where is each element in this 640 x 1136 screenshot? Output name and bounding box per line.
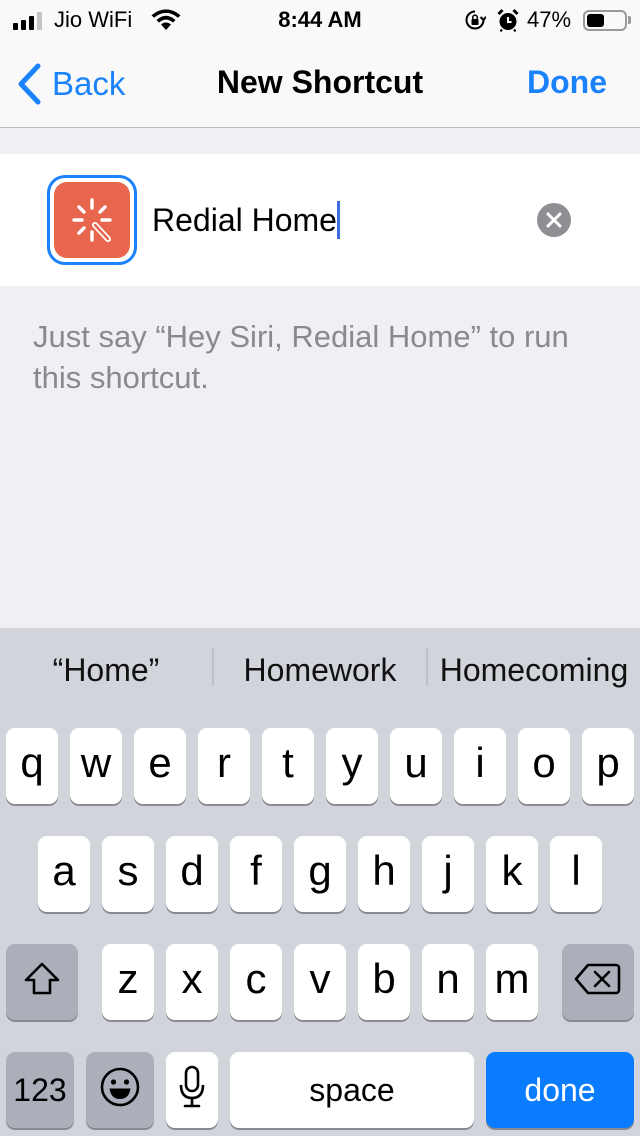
- key-j[interactable]: j: [422, 836, 474, 912]
- magic-wand-icon: [72, 198, 112, 242]
- battery-level-fill: [587, 14, 604, 27]
- rotation-lock-icon: [464, 9, 487, 31]
- key-i[interactable]: i: [454, 728, 506, 804]
- battery-percentage: 47%: [527, 7, 572, 32]
- key-n[interactable]: n: [422, 944, 474, 1020]
- key-m[interactable]: m: [486, 944, 538, 1020]
- keyboard: “Home” Homework Homecoming qwertyuiop as…: [0, 628, 640, 1136]
- microphone-icon: [179, 1065, 205, 1108]
- siri-hint-text: Just say “Hey Siri, Redial Home” to run …: [33, 319, 569, 395]
- key-c[interactable]: c: [230, 944, 282, 1020]
- chevron-left-icon: [18, 63, 41, 105]
- predictive-bar: “Home” Homework Homecoming: [0, 628, 640, 718]
- clear-icon: [546, 212, 562, 228]
- suggestion-3[interactable]: Homecoming: [428, 652, 640, 689]
- shortcut-name-input[interactable]: Redial Home: [152, 202, 337, 239]
- suggestion-1[interactable]: “Home”: [0, 652, 212, 689]
- done-button[interactable]: Done: [527, 64, 607, 101]
- key-k[interactable]: k: [486, 836, 538, 912]
- shortcut-icon-tile: [54, 182, 130, 258]
- emoji-icon: [100, 1067, 140, 1107]
- key-a[interactable]: a: [38, 836, 90, 912]
- key-r[interactable]: r: [198, 728, 250, 804]
- key-l[interactable]: l: [550, 836, 602, 912]
- key-u[interactable]: u: [390, 728, 442, 804]
- delete-key[interactable]: [562, 944, 634, 1020]
- emoji-key[interactable]: [86, 1052, 154, 1128]
- clear-text-button[interactable]: [537, 203, 571, 237]
- done-key[interactable]: done: [486, 1052, 634, 1128]
- key-b[interactable]: b: [358, 944, 410, 1020]
- key-s[interactable]: s: [102, 836, 154, 912]
- status-bar: Jio WiFi 8:44 AM 47%: [0, 0, 640, 40]
- numbers-key[interactable]: 123: [6, 1052, 74, 1128]
- battery-icon: [583, 10, 627, 31]
- shortcut-icon-button[interactable]: [47, 175, 137, 265]
- key-x[interactable]: x: [166, 944, 218, 1020]
- key-q[interactable]: q: [6, 728, 58, 804]
- key-h[interactable]: h: [358, 836, 410, 912]
- key-g[interactable]: g: [294, 836, 346, 912]
- key-f[interactable]: f: [230, 836, 282, 912]
- key-y[interactable]: y: [326, 728, 378, 804]
- key-o[interactable]: o: [518, 728, 570, 804]
- key-p[interactable]: p: [582, 728, 634, 804]
- back-button-label: Back: [52, 65, 126, 102]
- shortcut-name-field[interactable]: Redial Home: [152, 198, 340, 242]
- shift-key[interactable]: [6, 944, 78, 1020]
- shift-icon: [24, 962, 60, 995]
- back-button[interactable]: Back: [16, 62, 125, 106]
- battery-tip: [628, 16, 631, 24]
- key-d[interactable]: d: [166, 836, 218, 912]
- key-z[interactable]: z: [102, 944, 154, 1020]
- space-key[interactable]: space: [230, 1052, 474, 1128]
- navigation-bar: New Shortcut Back Done: [0, 40, 640, 128]
- backspace-icon: [574, 963, 621, 995]
- alarm-icon: [496, 8, 520, 33]
- key-w[interactable]: w: [70, 728, 122, 804]
- suggestion-2[interactable]: Homework: [214, 652, 426, 689]
- text-caret: [336, 201, 340, 239]
- key-v[interactable]: v: [294, 944, 346, 1020]
- dictation-key[interactable]: [166, 1052, 218, 1128]
- shortcut-name-cell: Redial Home: [0, 154, 640, 286]
- key-e[interactable]: e: [134, 728, 186, 804]
- key-t[interactable]: t: [262, 728, 314, 804]
